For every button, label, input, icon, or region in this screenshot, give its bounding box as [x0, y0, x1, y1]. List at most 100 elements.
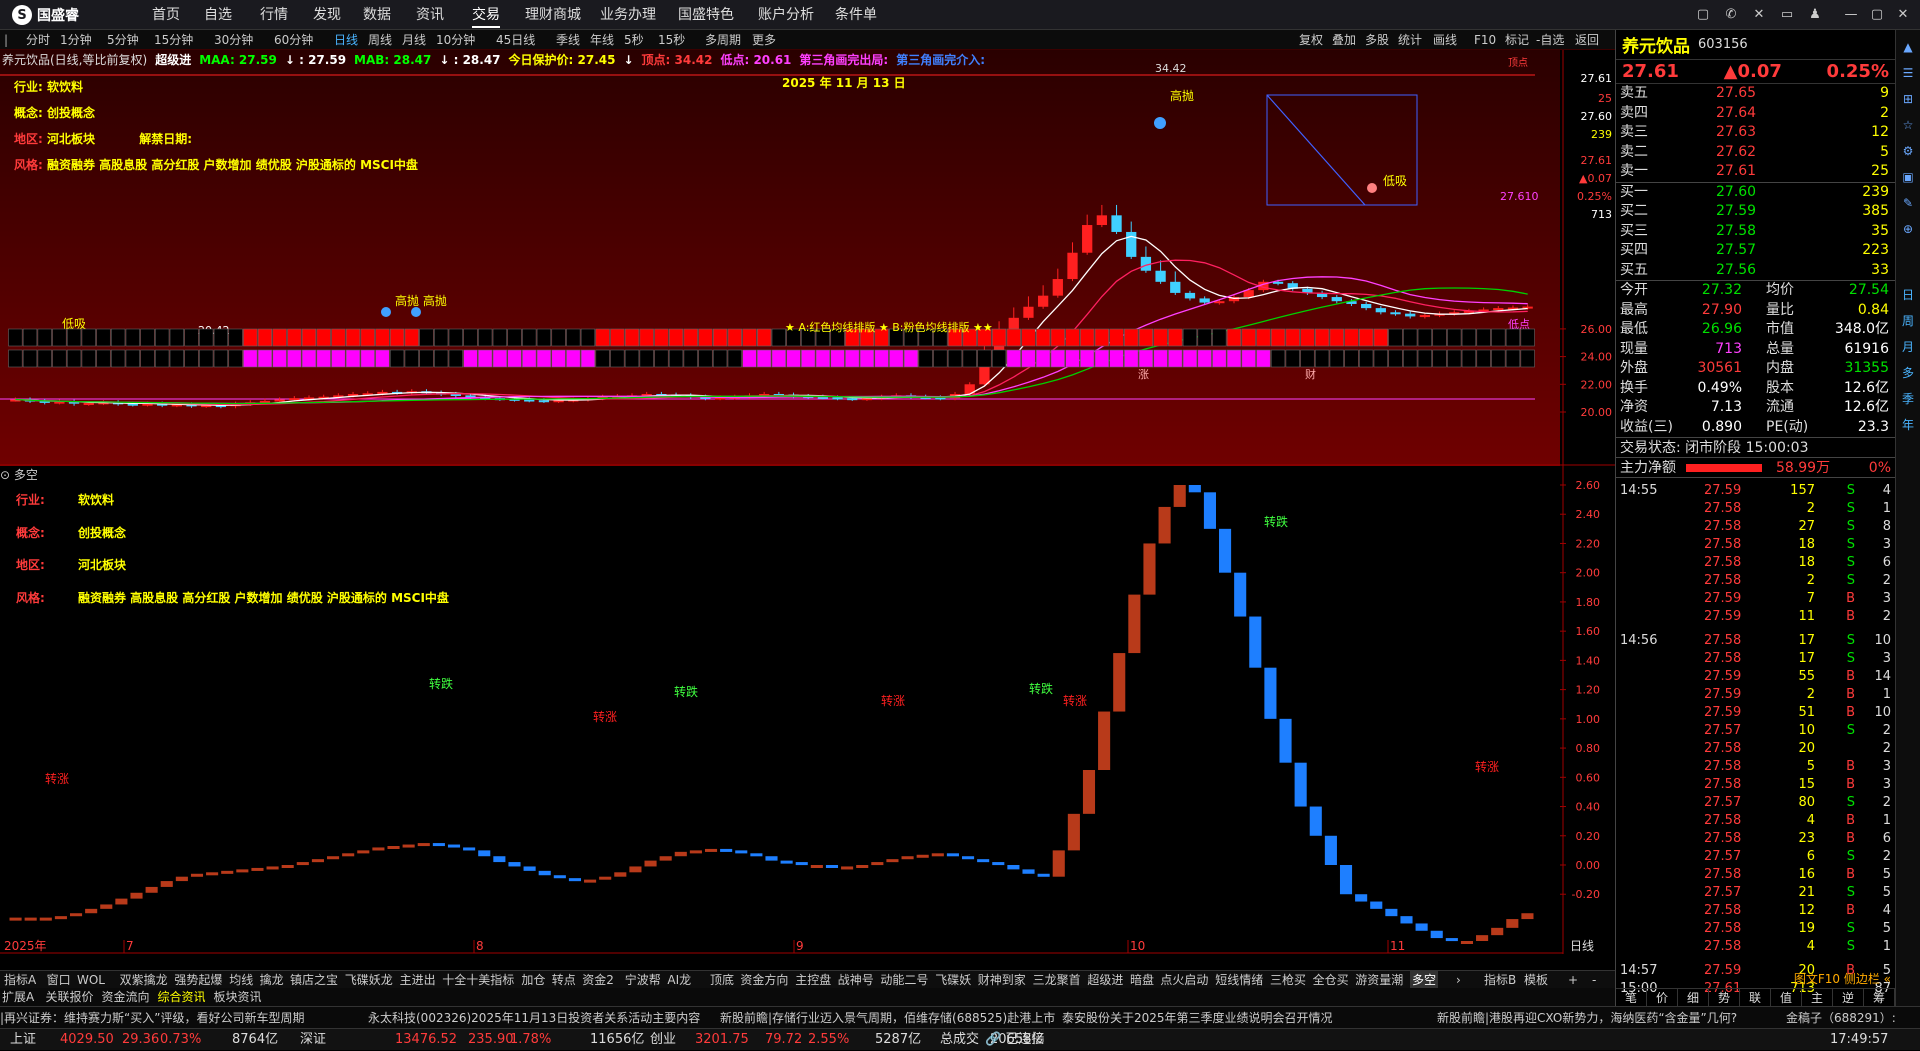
indicator-tab-29[interactable]: 全仓买 — [1313, 971, 1349, 989]
period-14[interactable]: 15秒 — [658, 30, 685, 50]
side-icon-7[interactable]: ⊕ — [1899, 220, 1917, 238]
screen-icon[interactable]: ▭ — [1776, 5, 1798, 25]
nav-item-2[interactable]: 行情 — [260, 0, 288, 30]
nav-item-7[interactable]: 理财商城 — [525, 0, 581, 30]
nav-item-6[interactable]: 交易 — [472, 0, 500, 30]
period-6[interactable]: 日线 — [334, 30, 358, 50]
indicator-tab-2[interactable]: WOL — [77, 971, 105, 989]
toolbar-4[interactable]: 画线 — [1433, 30, 1457, 50]
period-5[interactable]: 60分钟 — [274, 30, 313, 50]
close-icon[interactable]: ✕ — [1892, 5, 1914, 25]
period-13[interactable]: 5秒 — [624, 30, 644, 50]
period-9[interactable]: 10分钟 — [436, 30, 475, 50]
phone-icon[interactable]: ✆ — [1720, 5, 1742, 25]
indicator-tab-31[interactable]: 多空 — [1410, 971, 1439, 989]
side-icon-10[interactable]: 月 — [1899, 338, 1917, 356]
indicator-tab-4[interactable]: 强势起爆 — [174, 971, 222, 989]
message-icon[interactable]: ▢ — [1692, 5, 1714, 25]
toolbar-2[interactable]: 多股 — [1365, 30, 1389, 50]
lower-panel-title[interactable]: ⊙ 多空 — [0, 466, 38, 482]
toolbar-6[interactable]: 标记 — [1505, 30, 1529, 50]
period-7[interactable]: 周线 — [368, 30, 392, 50]
news-item-3[interactable]: 泰安股份关于2025年第三季度业绩说明会召开情况 — [1062, 1007, 1431, 1029]
indicator-tab-13[interactable]: 资金2 — [582, 971, 614, 989]
scroll-right-icon[interactable]: › — [1456, 971, 1461, 989]
side-icon-2[interactable]: ⊞ — [1899, 90, 1917, 108]
period-12[interactable]: 年线 — [590, 30, 614, 50]
quote-tab-8[interactable]: 筹 — [1864, 989, 1895, 1006]
toolbar-7[interactable]: -自选 — [1536, 30, 1564, 50]
indicator-tab-8[interactable]: 飞碟妖龙 — [345, 971, 393, 989]
nav-item-5[interactable]: 资讯 — [416, 0, 444, 30]
toolbar-0[interactable]: 复权 — [1299, 30, 1323, 50]
period-8[interactable]: 月线 — [402, 30, 426, 50]
period-1[interactable]: 1分钟 — [60, 30, 92, 50]
indicator-tab-28[interactable]: 三枪买 — [1270, 971, 1306, 989]
maximize-icon[interactable]: ▢ — [1866, 5, 1888, 25]
nav-item-11[interactable]: 条件单 — [835, 0, 877, 30]
sub-tab-3[interactable]: 综合资讯 — [158, 988, 206, 1006]
nav-item-3[interactable]: 发现 — [313, 0, 341, 30]
quote-tab-1[interactable]: 价 — [1647, 989, 1678, 1006]
news-item-5[interactable]: 金稿子（688291）: — [1786, 1007, 1916, 1029]
side-icon-4[interactable]: ⚙ — [1899, 142, 1917, 160]
side-icon-1[interactable]: ☰ — [1899, 64, 1917, 82]
nav-item-10[interactable]: 账户分析 — [758, 0, 814, 30]
period-2[interactable]: 5分钟 — [107, 30, 139, 50]
news-item-1[interactable]: 永太科技(002326)2025年11月13日投资者关系活动主要内容 — [368, 1007, 714, 1029]
side-icon-13[interactable]: 年 — [1899, 416, 1917, 434]
indicator-tab-15[interactable]: AI龙 — [667, 971, 691, 989]
nav-item-9[interactable]: 国盛特色 — [678, 0, 734, 30]
indicator-tab-14[interactable]: 宁波帮 — [625, 971, 661, 989]
indicator-tab-1[interactable]: 窗口 — [47, 971, 71, 989]
indicator-tab-9[interactable]: 主进出 — [400, 971, 436, 989]
period-15[interactable]: 多周期 — [705, 30, 741, 50]
quote-tab-4[interactable]: 联 — [1740, 989, 1771, 1006]
period-3[interactable]: 15分钟 — [154, 30, 193, 50]
indicator-tab-0[interactable]: 指标A — [4, 971, 36, 989]
remove-tab-icon[interactable]: - — [1592, 971, 1596, 989]
sub-tab-1[interactable]: 关联报价 — [46, 988, 94, 1006]
indicator-tab-3[interactable]: 双紫擒龙 — [120, 971, 168, 989]
skin-icon[interactable]: ♟ — [1804, 5, 1826, 25]
side-icon-6[interactable]: ✎ — [1899, 194, 1917, 212]
news-item-0[interactable]: |再兴证券：维持赛力斯“买入”评级，看好公司新车型周期 — [0, 1007, 362, 1029]
nav-item-0[interactable]: 首页 — [152, 0, 180, 30]
sub-tab-0[interactable]: 扩展A — [2, 988, 34, 1006]
news-item-2[interactable]: 新股前瞻|存储行业迈入景气周期，佰维存储(688525)赴港上市能否破 — [720, 1007, 1056, 1029]
index-name[interactable]: 深证 — [300, 1029, 326, 1051]
period-11[interactable]: 季线 — [556, 30, 580, 50]
period-4[interactable]: 30分钟 — [214, 30, 253, 50]
side-icon-5[interactable]: ▣ — [1899, 168, 1917, 186]
indicator-tab-33[interactable]: 模板 — [1524, 971, 1548, 989]
indicator-tab-21[interactable]: 飞碟妖 — [935, 971, 971, 989]
nav-item-4[interactable]: 数据 — [363, 0, 391, 30]
indicator-tab-7[interactable]: 镇店之宝 — [290, 971, 338, 989]
indicator-tab-17[interactable]: 资金方向 — [740, 971, 788, 989]
nav-item-8[interactable]: 业务办理 — [600, 0, 656, 30]
side-icon-3[interactable]: ☆ — [1899, 116, 1917, 134]
quote-tab-2[interactable]: 细 — [1678, 989, 1709, 1006]
minimize-icon[interactable]: — — [1840, 5, 1862, 25]
side-icon-11[interactable]: 多 — [1899, 364, 1917, 382]
indicator-tab-25[interactable]: 暗盘 — [1130, 971, 1154, 989]
indicator-tab-22[interactable]: 财神到家 — [978, 971, 1026, 989]
side-icon-0[interactable]: ▲ — [1899, 38, 1917, 56]
index-name[interactable]: 创业 — [650, 1029, 676, 1051]
period-16[interactable]: 更多 — [752, 30, 776, 50]
indicator-tab-23[interactable]: 三龙聚首 — [1033, 971, 1081, 989]
indicator-tab-11[interactable]: 加仓 — [521, 971, 545, 989]
toolbar-3[interactable]: 统计 — [1398, 30, 1422, 50]
toolbar-5[interactable]: F10 — [1474, 30, 1496, 50]
indicator-tab-20[interactable]: 动能二号 — [880, 971, 928, 989]
f10-link[interactable]: 图文F10 侧边栏 « — [1794, 970, 1891, 988]
indicator-tab-10[interactable]: 十全十美指标 — [442, 971, 514, 989]
indicator-tab-5[interactable]: 均线 — [229, 971, 253, 989]
quote-tab-5[interactable]: 值 — [1771, 989, 1802, 1006]
indicator-tab-16[interactable]: 顶底 — [710, 971, 734, 989]
indicator-tab-24[interactable]: 超级进 — [1087, 971, 1123, 989]
quote-tab-3[interactable]: 势 — [1709, 989, 1740, 1006]
indicator-tab-12[interactable]: 转点 — [552, 971, 576, 989]
app-logo[interactable]: S 国盛睿 — [12, 5, 79, 25]
sub-tab-2[interactable]: 资金流向 — [102, 988, 150, 1006]
